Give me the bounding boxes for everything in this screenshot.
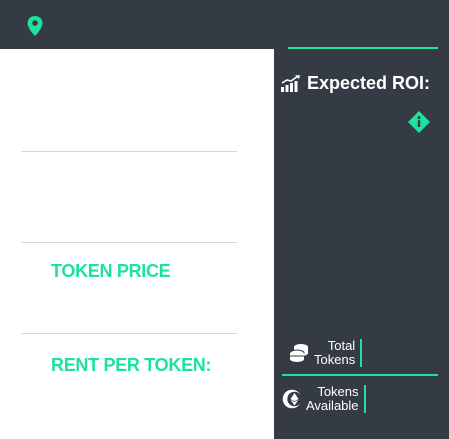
coin-stack-icon xyxy=(289,344,308,362)
total-tokens-stat: Total Tokens xyxy=(288,339,363,367)
accent-line xyxy=(288,47,438,49)
map-pin-icon[interactable] xyxy=(27,16,43,36)
top-bar xyxy=(0,0,449,49)
divider xyxy=(21,151,237,152)
roi-heading: Expected ROI: xyxy=(281,73,430,94)
token-price-label: TOKEN PRICE xyxy=(51,261,171,281)
divider xyxy=(21,242,237,243)
bar-chart-icon xyxy=(281,75,300,92)
property-details-panel: TOKEN PRICE RENT PER TOKEN: xyxy=(0,49,274,439)
total-tokens-label: Total Tokens xyxy=(314,339,363,367)
accent-line xyxy=(282,374,438,376)
rent-per-token-label: RENT PER TOKEN: xyxy=(51,355,212,375)
investment-sidebar: Expected ROI: Total Tokens Tokens Availa… xyxy=(274,47,449,439)
divider xyxy=(21,333,237,334)
ethereum-coin-icon xyxy=(282,389,302,409)
tokens-available-stat: Tokens Available xyxy=(282,385,366,413)
info-diamond-icon[interactable] xyxy=(408,111,430,133)
tokens-available-label: Tokens Available xyxy=(306,385,366,413)
roi-title: Expected ROI: xyxy=(307,73,431,93)
